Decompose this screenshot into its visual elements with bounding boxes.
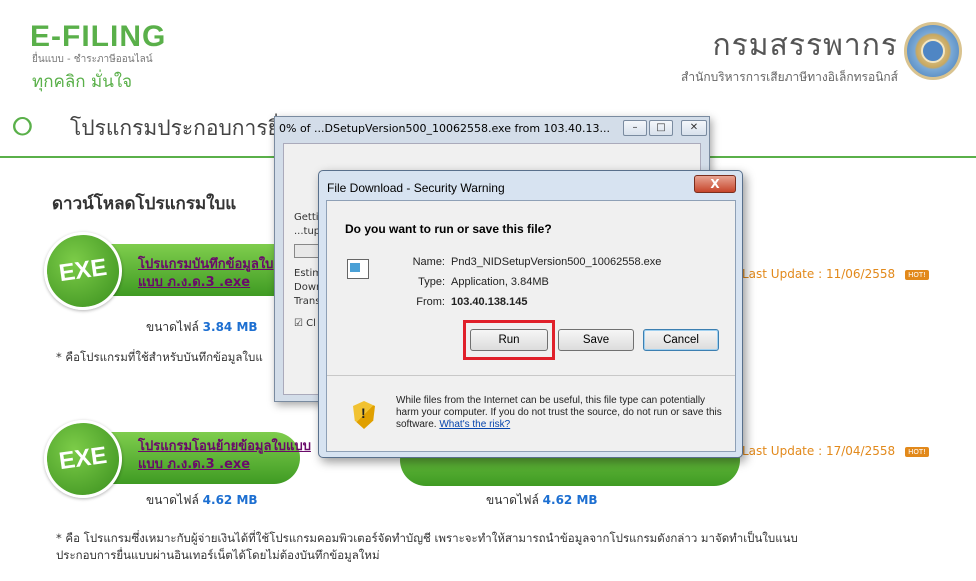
department-seal-icon (904, 22, 962, 80)
whats-the-risk-link[interactable]: What's the risk? (439, 419, 510, 430)
department-subtitle: สำนักบริหารการเสียภาษีทางอิเล็กทรอนิกส์ (681, 70, 898, 84)
minimize-button[interactable]: – (623, 120, 647, 136)
page-title: โปรแกรมประกอบการยื่น (70, 116, 295, 140)
last-update-2: Last Update : 17/04/2558 HOT! (742, 444, 929, 458)
from-value: 103.40.138.145 (451, 296, 528, 308)
logo-tagline: ทุกคลิก มั่นใจ (32, 72, 133, 92)
type-label: Type: (418, 276, 445, 288)
name-value: Pnd3_NIDSetupVersion500_10062558.exe (451, 256, 662, 268)
security-warning-dialog: File Download - Security Warning X Do yo… (318, 170, 743, 458)
dialog-question: Do you want to run or save this file? (345, 222, 552, 236)
hot-badge: HOT! (905, 446, 929, 457)
warning-text: While files from the Internet can be use… (396, 395, 722, 430)
download-link-1-line2[interactable]: แบบ ภ.ง.ด.3 .exe (138, 274, 273, 292)
progress-window-title: 0% of ...DSetupVersion500_10062558.exe f… (279, 122, 611, 135)
from-label: From: (416, 296, 445, 308)
dialog-close-button[interactable]: X (694, 175, 736, 193)
note-2: * คือ โปรแกรมซึ่งเหมาะกับผู้จ่ายเงินได้ท… (56, 531, 798, 562)
dialog-separator (327, 375, 735, 376)
download-link-2[interactable]: โปรแกรมโอนย้ายข้อมูลใบแบบ แบบ ภ.ง.ด.3 .e… (138, 438, 311, 474)
warning-exclamation-icon: ! (361, 405, 366, 421)
logo-subtitle: ยื่นแบบ - ชำระภาษีออนไลน์ (32, 54, 153, 65)
exe-badge-icon: EXE (38, 414, 128, 504)
dialog-title: File Download - Security Warning (327, 181, 505, 195)
hot-badge: HOT! (905, 269, 929, 280)
download-link-2-line1[interactable]: โปรแกรมโอนย้ายข้อมูลใบแบบ (138, 438, 311, 456)
run-button[interactable]: Run (470, 329, 548, 351)
name-label: Name: (412, 256, 445, 268)
file-size-3: ขนาดไฟล์ 4.62 MB (486, 493, 598, 507)
department-title: กรมสรรพากร (712, 28, 898, 63)
section-title: ดาวน์โหลดโปรแกรมใบแ (52, 194, 237, 214)
last-update-1: Last Update : 11/06/2558 HOT! (742, 267, 929, 281)
file-size-1: ขนาดไฟล์ 3.84 MB (146, 320, 258, 334)
download-link-1[interactable]: โปรแกรมบันทึกข้อมูลใบ แบบ ภ.ง.ด.3 .exe (138, 256, 273, 292)
close-when-done-checkbox[interactable]: ☑ Cl (294, 318, 316, 329)
file-size-2: ขนาดไฟล์ 4.62 MB (146, 493, 258, 507)
note-1: * คือโปรแกรมที่ใช้สำหรับบันทึกข้อมูลใบแ (56, 350, 263, 364)
download-link-2-line2[interactable]: แบบ ภ.ง.ด.3 .exe (138, 456, 311, 474)
maximize-button[interactable]: □ (649, 120, 673, 136)
efiling-logo: E-FILING (30, 20, 167, 53)
download-link-1-line1[interactable]: โปรแกรมบันทึกข้อมูลใบ (138, 256, 273, 274)
program-icon: ⭘ (12, 112, 33, 142)
save-button[interactable]: Save (558, 329, 634, 351)
cancel-button[interactable]: Cancel (643, 329, 719, 351)
exe-badge-icon: EXE (38, 226, 128, 316)
dialog-body: Do you want to run or save this file? Na… (326, 200, 736, 452)
application-file-icon (347, 259, 369, 279)
close-button[interactable]: ✕ (681, 120, 707, 136)
type-value: Application, 3.84MB (451, 276, 549, 288)
